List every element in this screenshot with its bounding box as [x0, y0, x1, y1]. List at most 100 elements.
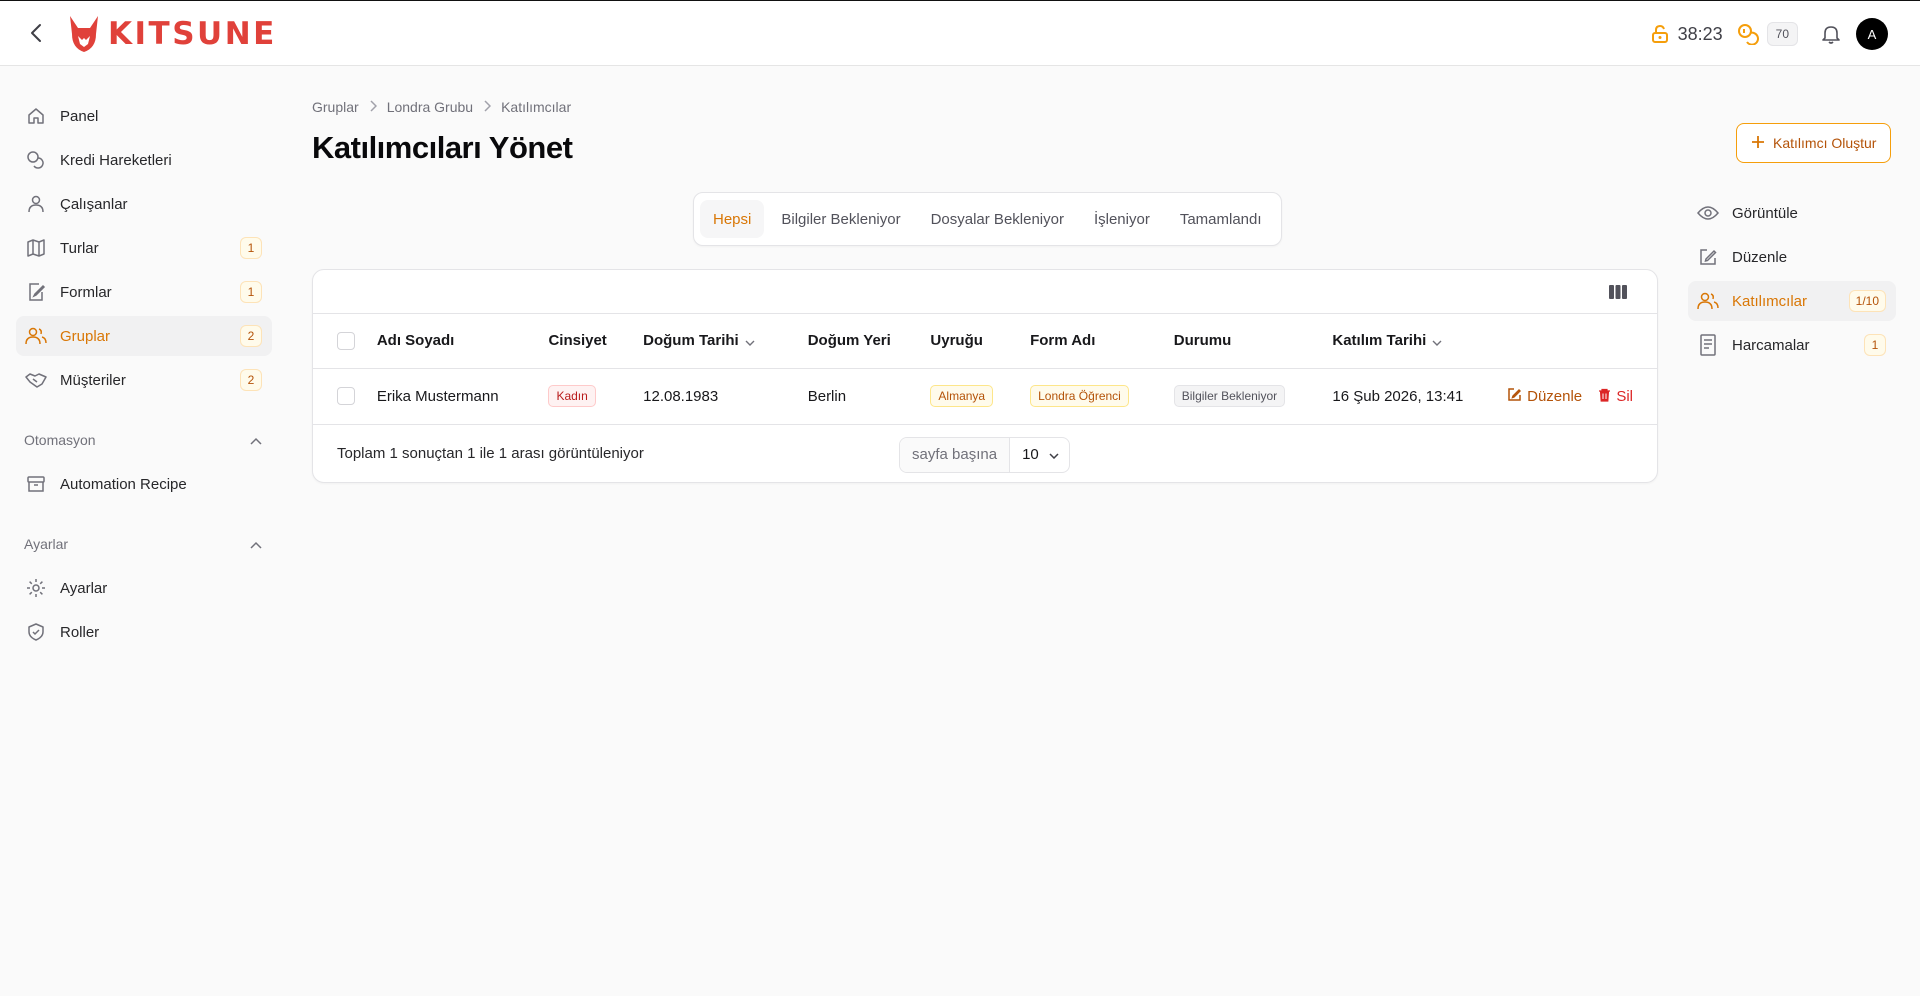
tab-dosyalar-bekleniyor[interactable]: Dosyalar Bekleniyor: [918, 200, 1077, 238]
sidebar-item-gruplar[interactable]: Gruplar 2: [16, 316, 272, 356]
column-header-sortable[interactable]: Doğum Tarihi: [643, 314, 808, 369]
breadcrumb-link[interactable]: Londra Grubu: [387, 99, 473, 115]
breadcrumb-current: Katılımcılar: [501, 99, 572, 115]
session-timer: 38:23: [1650, 24, 1723, 45]
row-checkbox[interactable]: [337, 387, 355, 406]
per-page-value: 10: [1022, 446, 1039, 463]
status-badge: Bilgiler Bekleniyor: [1173, 385, 1286, 407]
chevron-right-icon: [369, 99, 377, 115]
top-right-tools: 38:23 70 A: [1650, 18, 1888, 50]
count-badge: 1: [1864, 334, 1886, 356]
sidebar-item-label: Kredi Hareketleri: [60, 151, 172, 169]
archive-icon: [24, 472, 48, 496]
subnav-duzenle[interactable]: Düzenle: [1688, 237, 1896, 277]
subnav-label: Düzenle: [1732, 248, 1788, 266]
participant-name: Erika Mustermann: [376, 368, 549, 425]
sidebar-item-automation-recipe[interactable]: Automation Recipe: [16, 464, 272, 504]
column-header: Adı Soyadı: [376, 314, 549, 369]
status-tabs: Hepsi Bilgiler Bekleniyor Dosyalar Bekle…: [693, 192, 1282, 246]
delete-row-button[interactable]: Sil: [1598, 388, 1633, 406]
sidebar-item-kredi-hareketleri[interactable]: Kredi Hareketleri: [16, 140, 272, 180]
sidebar-item-label: Turlar: [60, 239, 99, 257]
tab-hepsi[interactable]: Hepsi: [700, 200, 765, 238]
form-badge: Londra Öğrenci: [1030, 385, 1129, 407]
birth-date: 12.08.1983: [643, 368, 808, 425]
sidebar-item-musteriler[interactable]: Müşteriler 2: [16, 360, 272, 400]
column-header: Uyruğu: [930, 314, 1031, 369]
sidebar-item-roller[interactable]: Roller: [16, 612, 272, 652]
map-icon: [24, 236, 48, 260]
sidebar-item-label: Gruplar: [60, 327, 111, 345]
sidebar-item-turlar[interactable]: Turlar 1: [16, 228, 272, 268]
sidebar-item-label: Formlar: [60, 283, 112, 301]
chevron-right-icon: [483, 99, 492, 115]
count-badge: 1: [240, 281, 262, 303]
count-badge: 1/10: [1848, 290, 1886, 312]
subnav-katilimcilar[interactable]: Katılımcılar 1/10: [1688, 281, 1896, 321]
per-page-dropdown[interactable]: 10: [1010, 446, 1069, 463]
trash-icon: [1598, 388, 1611, 406]
create-participant-button[interactable]: Katılımcı Oluştur: [1736, 123, 1892, 163]
logo[interactable]: KITSUNE: [66, 13, 277, 55]
edit-row-button[interactable]: Düzenle: [1507, 387, 1582, 406]
subnav-harcamalar[interactable]: Harcamalar 1: [1688, 325, 1896, 365]
column-header-sortable[interactable]: Katılım Tarihi: [1332, 314, 1508, 369]
column-header: Durumu: [1173, 314, 1333, 369]
coins-icon: [1737, 24, 1759, 45]
nav-group-title: Otomasyon: [24, 432, 96, 448]
nav-group-ayarlar[interactable]: Ayarlar: [16, 524, 272, 564]
sidebar-item-label: Roller: [60, 623, 100, 641]
coins-icon: [24, 148, 48, 172]
credits-count: 70: [1766, 22, 1798, 46]
breadcrumb-link[interactable]: Gruplar: [312, 99, 359, 115]
page-title: Katılımcıları Yönet: [312, 130, 573, 165]
pencil-square-icon: [1507, 387, 1522, 406]
per-page-select[interactable]: sayfa başına 10: [899, 436, 1070, 473]
chevron-down-icon: [1049, 446, 1059, 463]
gear-icon: [24, 576, 48, 600]
user-icon: [24, 192, 48, 216]
table-row[interactable]: Erika Mustermann Kadın 12.08.1983 Berlin…: [313, 368, 1657, 425]
count-badge: 2: [240, 325, 262, 347]
select-all-checkbox[interactable]: [337, 331, 355, 350]
breadcrumb: Gruplar Londra Grubu Katılımcılar: [312, 96, 1658, 118]
sidebar-item-calisanlar[interactable]: Çalışanlar: [16, 184, 272, 224]
sidebar-item-formlar[interactable]: Formlar 1: [16, 272, 272, 312]
logo-text: KITSUNE: [108, 16, 277, 52]
sidebar-item-label: Automation Recipe: [60, 475, 187, 493]
chevron-up-icon: [250, 536, 262, 552]
gender-badge: Kadın: [548, 385, 596, 407]
timer-value: 38:23: [1677, 23, 1723, 44]
credits[interactable]: 70: [1737, 22, 1798, 46]
chevron-up-icon: [250, 432, 262, 448]
back-icon[interactable]: [24, 21, 48, 45]
top-bar: KITSUNE 38:23 70 A: [0, 0, 1920, 66]
shield-check-icon: [24, 620, 48, 644]
avatar[interactable]: A: [1856, 18, 1888, 50]
plus-icon: [1751, 135, 1765, 152]
sidebar-item-panel[interactable]: Panel: [16, 96, 272, 136]
results-summary: Toplam 1 sonuçtan 1 ile 1 arası görüntül…: [337, 444, 644, 462]
lock-open-icon: [1651, 24, 1668, 43]
count-badge: 1: [240, 237, 262, 259]
participants-table-card: Adı Soyadı Cinsiyet Doğum Tarihi Doğum Y…: [312, 269, 1658, 483]
nav-group-otomasyon[interactable]: Otomasyon: [16, 420, 272, 460]
fox-logo-icon: [70, 16, 98, 52]
sidebar-item-ayarlar[interactable]: Ayarlar: [16, 568, 272, 608]
receipt-icon: [1696, 333, 1720, 357]
tab-bilgiler-bekleniyor[interactable]: Bilgiler Bekleniyor: [768, 200, 913, 238]
table-header-row: Adı Soyadı Cinsiyet Doğum Tarihi Doğum Y…: [313, 314, 1657, 369]
bell-icon[interactable]: [1820, 23, 1842, 45]
subnav-goruntule[interactable]: Görüntüle: [1688, 193, 1896, 233]
sidebar-item-label: Ayarlar: [60, 579, 108, 597]
sidebar-item-label: Çalışanlar: [60, 195, 128, 213]
chevron-down-icon: [1432, 333, 1442, 350]
edit-label: Düzenle: [1527, 387, 1583, 405]
participants-table: Adı Soyadı Cinsiyet Doğum Tarihi Doğum Y…: [313, 314, 1657, 425]
columns-icon[interactable]: [1607, 282, 1629, 302]
column-header: Cinsiyet: [548, 314, 644, 369]
tab-tamamlandi[interactable]: Tamamlandı: [1167, 200, 1275, 238]
sidebar: Panel Kredi Hareketleri Çalışanlar Turla…: [16, 96, 272, 656]
tab-isleniyor[interactable]: İşleniyor: [1081, 200, 1163, 238]
nationality-badge: Almanya: [930, 385, 994, 407]
